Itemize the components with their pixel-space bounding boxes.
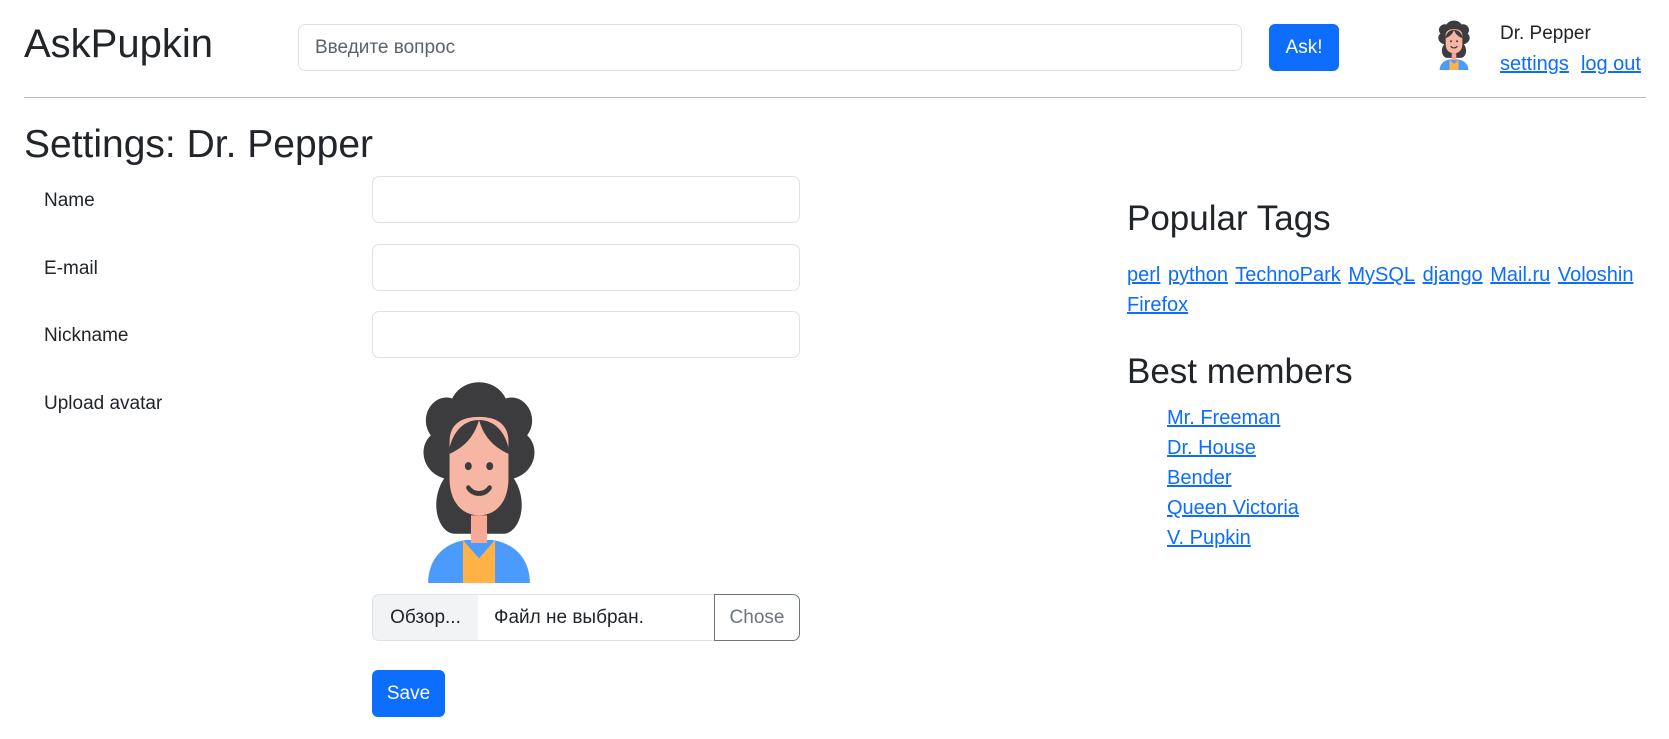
member-link[interactable]: Dr. House	[1167, 437, 1256, 459]
best-members-title: Best members	[1127, 352, 1353, 391]
tag-link[interactable]: perl	[1127, 264, 1160, 286]
list-item: V. Pupkin	[1167, 523, 1299, 553]
member-link[interactable]: Mr. Freeman	[1167, 407, 1280, 429]
member-link[interactable]: Queen Victoria	[1167, 497, 1299, 519]
tag-link[interactable]: python	[1168, 264, 1228, 286]
tag-link[interactable]: Voloshin	[1558, 264, 1634, 286]
search-input[interactable]	[298, 24, 1242, 71]
name-input[interactable]	[372, 176, 800, 223]
list-item: Mr. Freeman	[1167, 403, 1299, 433]
tag-link[interactable]: Firefox	[1127, 294, 1188, 316]
avatar-preview-icon	[396, 380, 562, 583]
settings-link[interactable]: settings	[1500, 53, 1569, 75]
user-name: Dr. Pepper	[1500, 23, 1591, 44]
tags-list: perl python TechnoPark MySQL django Mail…	[1127, 260, 1637, 320]
save-button[interactable]: Save	[372, 670, 445, 717]
member-link[interactable]: Bender	[1167, 467, 1232, 489]
list-item: Queen Victoria	[1167, 493, 1299, 523]
list-item: Dr. House	[1167, 433, 1299, 463]
logout-link[interactable]: log out	[1581, 53, 1641, 75]
tag-link[interactable]: Mail.ru	[1490, 264, 1550, 286]
chose-button[interactable]: Chose	[714, 594, 800, 641]
list-item: Bender	[1167, 463, 1299, 493]
user-links: settings log out	[1500, 50, 1641, 78]
tag-link[interactable]: django	[1423, 264, 1483, 286]
user-avatar-icon[interactable]	[1429, 20, 1479, 70]
browse-button[interactable]: Обзор...	[372, 594, 478, 641]
nickname-input[interactable]	[372, 311, 800, 358]
name-label: Name	[44, 190, 95, 211]
tag-link[interactable]: MySQL	[1348, 264, 1415, 286]
email-input[interactable]	[372, 244, 800, 291]
brand-logo[interactable]: AskPupkin	[24, 20, 213, 68]
file-status: Файл не выбран.	[478, 594, 714, 641]
header: AskPupkin Ask! Dr. Pepper settings log ou…	[24, 0, 1646, 98]
tag-link[interactable]: TechnoPark	[1235, 264, 1341, 286]
member-link[interactable]: V. Pupkin	[1167, 527, 1251, 549]
popular-tags-title: Popular Tags	[1127, 199, 1331, 238]
file-input-group: Обзор... Файл не выбран. Chose	[372, 594, 800, 641]
page-title: Settings: Dr. Pepper	[24, 123, 374, 166]
ask-button[interactable]: Ask!	[1269, 24, 1339, 71]
upload-avatar-label: Upload avatar	[44, 393, 163, 414]
email-label: E-mail	[44, 258, 98, 279]
nickname-label: Nickname	[44, 325, 129, 346]
members-list: Mr. Freeman Dr. House Bender Queen Victo…	[1167, 403, 1299, 553]
